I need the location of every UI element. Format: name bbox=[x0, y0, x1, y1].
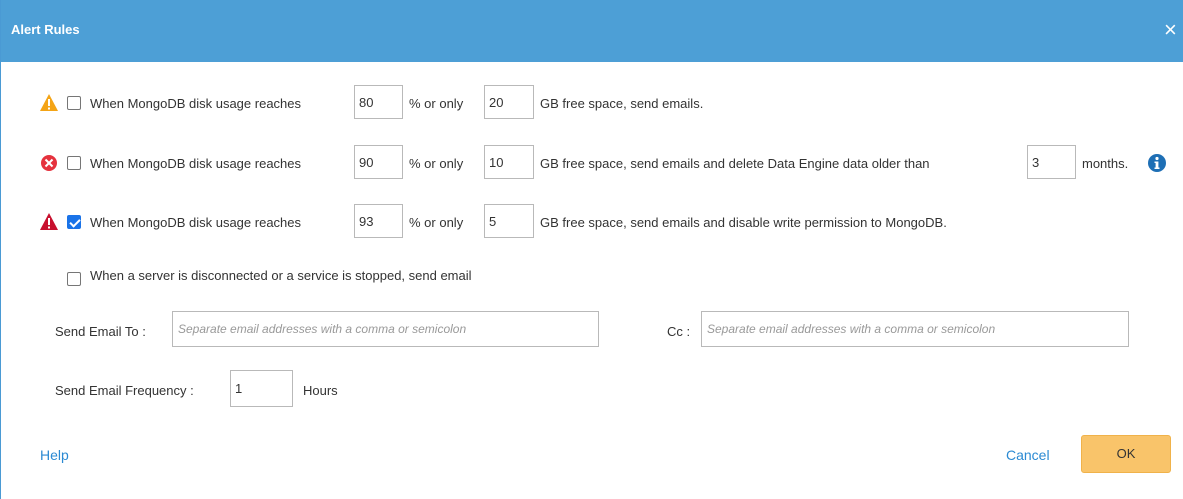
frequency-unit: Hours bbox=[303, 383, 338, 398]
rule-error-months-input[interactable] bbox=[1027, 145, 1076, 179]
rule-error-percent-input[interactable] bbox=[354, 145, 403, 179]
rule-error-mid: % or only bbox=[409, 156, 464, 171]
server-rule-label: When a server is disconnected or a servi… bbox=[90, 268, 472, 283]
rule-danger-checkbox[interactable] bbox=[67, 215, 81, 229]
rule-warning-percent-input[interactable] bbox=[354, 85, 403, 119]
rule-row-warning: When MongoDB disk usage reaches % or onl… bbox=[1, 85, 1183, 125]
help-link[interactable]: Help bbox=[40, 447, 69, 463]
danger-triangle-icon bbox=[40, 213, 58, 230]
rule-danger-suffix: GB free space, send emails and disable w… bbox=[540, 215, 947, 230]
rule-warning-gb-input[interactable] bbox=[484, 85, 534, 119]
warning-triangle-icon bbox=[40, 94, 58, 111]
cc-input[interactable] bbox=[701, 311, 1129, 347]
dialog-titlebar: Alert Rules × bbox=[1, 0, 1183, 62]
send-email-to-input[interactable] bbox=[172, 311, 599, 347]
rule-danger-mid: % or only bbox=[409, 215, 464, 230]
rule-danger-gb-input[interactable] bbox=[484, 204, 534, 238]
alert-rules-dialog: Alert Rules × When MongoDB disk usage re… bbox=[0, 0, 1183, 499]
ok-button[interactable]: OK bbox=[1081, 435, 1171, 473]
close-icon[interactable]: × bbox=[1164, 19, 1183, 41]
error-circle-icon bbox=[41, 155, 57, 171]
cancel-button[interactable]: Cancel bbox=[1006, 447, 1050, 463]
rule-warning-prefix: When MongoDB disk usage reaches bbox=[90, 96, 302, 111]
rule-warning-mid: % or only bbox=[409, 96, 464, 111]
rule-warning-suffix: GB free space, send emails. bbox=[540, 96, 704, 111]
send-email-frequency-label: Send Email Frequency : bbox=[55, 383, 194, 398]
rule-error-months-label: months. bbox=[1082, 156, 1129, 171]
server-rule-checkbox[interactable] bbox=[67, 272, 81, 286]
rule-error-prefix: When MongoDB disk usage reaches bbox=[90, 156, 302, 171]
rule-error-checkbox[interactable] bbox=[67, 156, 81, 170]
rule-error-suffix: GB free space, send emails and delete Da… bbox=[540, 156, 930, 171]
send-email-to-label: Send Email To : bbox=[55, 324, 146, 339]
rule-danger-prefix: When MongoDB disk usage reaches bbox=[90, 215, 302, 230]
cc-label: Cc : bbox=[667, 324, 691, 339]
rule-row-danger: When MongoDB disk usage reaches % or onl… bbox=[1, 204, 1183, 244]
dialog-title: Alert Rules bbox=[11, 22, 80, 37]
rule-danger-percent-input[interactable] bbox=[354, 204, 403, 238]
info-icon[interactable] bbox=[1147, 153, 1167, 173]
rule-row-error: When MongoDB disk usage reaches % or onl… bbox=[1, 145, 1183, 185]
rule-error-gb-input[interactable] bbox=[484, 145, 534, 179]
send-email-frequency-input[interactable] bbox=[230, 370, 293, 407]
rule-warning-checkbox[interactable] bbox=[67, 96, 81, 110]
